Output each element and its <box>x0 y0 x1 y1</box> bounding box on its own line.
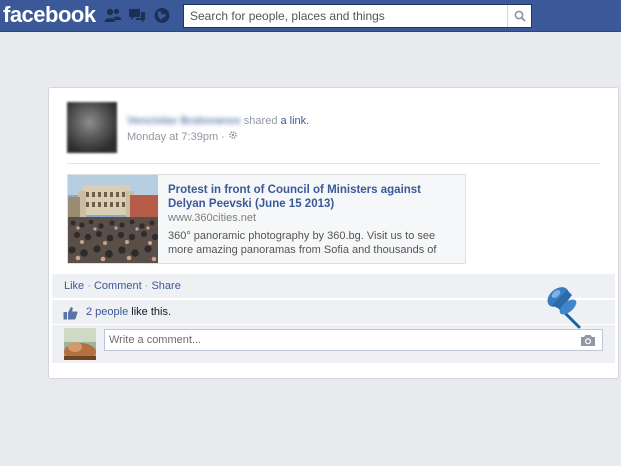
viewer-avatar[interactable] <box>64 328 96 360</box>
post-object-link[interactable]: a link. <box>281 115 310 127</box>
comment-link[interactable]: Comment <box>94 280 142 292</box>
author-name[interactable]: Vencislav Bratovanov <box>127 115 241 127</box>
messages-icon[interactable] <box>128 7 146 24</box>
link-preview[interactable]: Protest in front of Council of Ministers… <box>67 174 466 264</box>
thumbs-up-icon <box>63 305 78 320</box>
author-avatar[interactable] <box>67 102 117 153</box>
post-header-line: Vencislav Bratovanov shared a link. <box>127 115 309 127</box>
top-bar: facebook <box>0 0 621 32</box>
link-preview-description: 360° panoramic photography by 360.bg. Vi… <box>168 230 437 256</box>
action-separator: · <box>87 280 91 292</box>
header-divider <box>67 163 600 164</box>
link-preview-image[interactable] <box>68 175 158 263</box>
meta-separator: · <box>221 130 225 143</box>
link-preview-domain: www.360cities.net <box>168 212 257 224</box>
action-separator: · <box>144 280 149 292</box>
likes-summary: 2 people like this. <box>52 300 615 324</box>
gear-icon[interactable] <box>228 130 238 143</box>
notifications-icon[interactable] <box>153 7 171 24</box>
comment-composer <box>52 325 615 363</box>
link-preview-title[interactable]: Protest in front of Council of Ministers… <box>168 183 458 211</box>
share-link[interactable]: Share <box>151 280 180 292</box>
comment-input[interactable] <box>105 330 575 350</box>
search-input[interactable] <box>184 5 508 27</box>
facebook-logo[interactable]: facebook <box>3 2 96 28</box>
comment-field <box>104 329 603 351</box>
pushpin-icon <box>543 281 589 333</box>
post-actions-bar: Like · Comment · Share <box>52 274 615 298</box>
likers-link[interactable]: 2 people <box>86 306 128 318</box>
camera-icon[interactable] <box>580 333 596 347</box>
post-timestamp[interactable]: Monday at 7:39pm <box>127 131 218 143</box>
post-action: shared <box>243 115 278 127</box>
search-box <box>183 4 532 28</box>
like-link[interactable]: Like <box>64 280 84 292</box>
likes-suffix: like this. <box>131 306 172 318</box>
post-meta: Monday at 7:39pm · <box>127 130 238 143</box>
search-button[interactable] <box>507 5 531 27</box>
friends-icon[interactable] <box>104 7 122 24</box>
post-card: Vencislav Bratovanov shared a link. Mond… <box>48 87 619 379</box>
search-icon <box>514 10 526 22</box>
